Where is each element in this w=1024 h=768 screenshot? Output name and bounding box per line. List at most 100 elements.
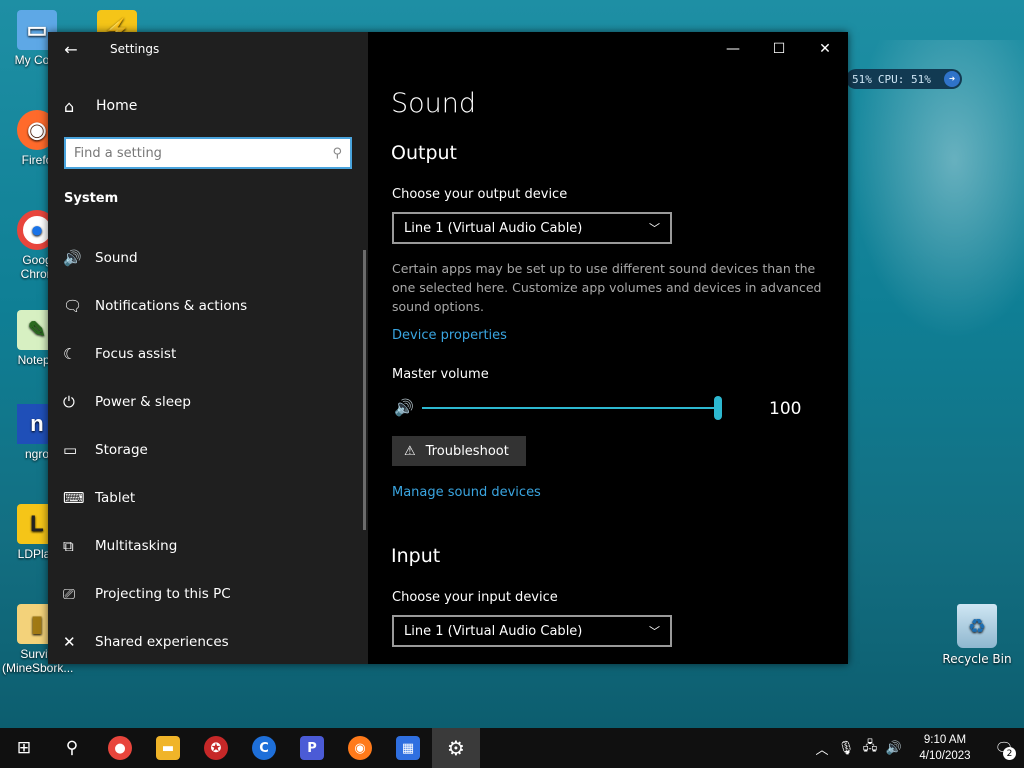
tablet-icon: ⌨ — [63, 489, 85, 507]
window-title: Settings — [110, 42, 160, 56]
notification-count: 2 — [1003, 747, 1016, 760]
nav-home-label: Home — [96, 98, 138, 114]
chevron-up-icon[interactable]: ︿ — [810, 739, 834, 758]
arrow-right-icon[interactable]: ➜ — [944, 71, 960, 87]
nav-item-label: Power & sleep — [95, 394, 191, 410]
nav-item-label: Multitasking — [95, 538, 178, 554]
output-device-value: Line 1 (Virtual Audio Cable) — [404, 220, 583, 236]
message-icon: 🗨 — [63, 297, 83, 315]
nav-item-shared-experiences[interactable]: ✕ Shared experiences — [48, 618, 368, 666]
minimize-icon: — — [726, 41, 740, 57]
nav-item-label: Projecting to this PC — [95, 586, 231, 602]
taskbar-app-calculator[interactable]: ▦ — [384, 728, 432, 768]
troubleshoot-button[interactable]: ⚠ Troubleshoot — [392, 436, 526, 466]
moon-icon: ☾ — [63, 345, 77, 363]
taskbar-app-ccleaner[interactable]: C — [240, 728, 288, 768]
volume-value: 100 — [769, 399, 802, 419]
settings-window: ← Settings ⌂ Home ⚲ System 🔊 Sound 🗨 Notif… — [48, 32, 848, 664]
cpu-usage: CPU: 51% — [877, 72, 931, 86]
taskbar-app-file-explorer[interactable]: ▬ — [144, 728, 192, 768]
window-controls: — ☐ ✕ — [710, 32, 848, 66]
taskbar-app-p[interactable]: P — [288, 728, 336, 768]
nav-item-sound[interactable]: 🔊 Sound — [48, 234, 368, 282]
volume-icon[interactable]: 🔊 — [882, 741, 906, 756]
title-bar: ← Settings — [48, 32, 368, 66]
taskbar-app-firefox[interactable]: ◉ — [336, 728, 384, 768]
folder-icon: ▬ — [156, 736, 180, 760]
multitasking-icon: ⧉ — [63, 537, 74, 555]
search-box[interactable]: ⚲ — [64, 137, 352, 169]
app-icon: ✪ — [204, 736, 228, 760]
taskbar-app-chrome[interactable]: ● — [96, 728, 144, 768]
nav-item-power-sleep[interactable]: ⏻ Power & sleep — [48, 378, 368, 426]
minimize-button[interactable]: — — [710, 32, 756, 66]
search-icon: ⚲ — [65, 738, 79, 758]
search-icon: ⚲ — [332, 145, 342, 161]
clock[interactable]: 9:10 AM 4/10/2023 — [906, 732, 984, 764]
projector-icon: ⎚ — [63, 585, 76, 603]
nav-item-multitasking[interactable]: ⧉ Multitasking — [48, 522, 368, 570]
notification-center-button[interactable]: 🗨 2 — [984, 728, 1024, 768]
warning-icon: ⚠ — [404, 443, 416, 459]
performance-widget[interactable]: 51% CPU: 51% ➜ — [846, 69, 962, 89]
maximize-button[interactable]: ☐ — [756, 32, 802, 66]
input-device-label: Choose your input device — [392, 590, 558, 605]
speaker-icon[interactable]: 🔊 — [394, 398, 414, 417]
settings-nav-pane: ← Settings ⌂ Home ⚲ System 🔊 Sound 🗨 Notif… — [48, 32, 368, 664]
search-button[interactable]: ⚲ — [48, 728, 96, 768]
nav-item-label: Focus assist — [95, 346, 177, 362]
master-volume-label: Master volume — [392, 367, 489, 382]
back-button[interactable]: ← — [48, 32, 94, 66]
taskbar-app-red[interactable]: ✪ — [192, 728, 240, 768]
device-properties-link[interactable]: Device properties — [392, 328, 507, 343]
taskbar-app-settings[interactable]: ⚙ — [432, 728, 480, 768]
clock-date: 4/10/2023 — [919, 750, 971, 762]
start-button[interactable]: ⊞ — [0, 728, 48, 768]
desktop-icon-label: Recycle Bin — [942, 652, 1012, 666]
page-title: Sound — [391, 88, 477, 119]
chevron-down-icon: ﹀ — [649, 625, 660, 638]
nav-item-tablet[interactable]: ⌨ Tablet — [48, 474, 368, 522]
nav-item-notifications[interactable]: 🗨 Notifications & actions — [48, 282, 368, 330]
search-input[interactable] — [74, 145, 333, 161]
firefox-icon: ◉ — [348, 736, 372, 760]
network-icon[interactable]: 🖧 — [858, 737, 882, 759]
nav-scrollbar[interactable] — [363, 250, 366, 530]
chevron-down-icon: ﹀ — [649, 222, 660, 235]
clock-time: 9:10 AM — [923, 734, 967, 746]
output-device-dropdown[interactable]: Line 1 (Virtual Audio Cable) ﹀ — [392, 212, 672, 244]
volume-row: 🔊 100 — [392, 396, 812, 420]
speaker-icon: 🔊 — [63, 249, 82, 267]
power-icon: ⏻ — [63, 393, 75, 411]
shared-icon: ✕ — [63, 633, 76, 651]
troubleshoot-label: Troubleshoot — [425, 443, 509, 459]
volume-slider-track[interactable] — [422, 407, 718, 409]
nav-item-label: Shared experiences — [95, 634, 229, 650]
nav-item-storage[interactable]: ▭ Storage — [48, 426, 368, 474]
microphone-icon[interactable]: 🎙 — [834, 741, 858, 756]
close-icon: ✕ — [819, 41, 831, 57]
nav-home[interactable]: ⌂ Home — [48, 86, 368, 126]
recycle-bin-icon: ♻ — [957, 604, 997, 648]
output-description: Certain apps may be set up to use differ… — [392, 261, 822, 314]
p-app-icon: P — [300, 736, 324, 760]
nav-item-label: Sound — [95, 250, 138, 266]
desktop-icon-recycle-bin[interactable]: ♻ Recycle Bin — [942, 604, 1012, 666]
input-device-value: Line 1 (Virtual Audio Cable) — [404, 623, 583, 639]
storage-icon: ▭ — [63, 441, 78, 459]
close-button[interactable]: ✕ — [802, 32, 848, 66]
ccleaner-icon: C — [252, 736, 276, 760]
output-device-label: Choose your output device — [392, 187, 568, 202]
volume-slider-thumb[interactable] — [714, 396, 722, 420]
manage-sound-devices-link[interactable]: Manage sound devices — [392, 485, 541, 500]
maximize-icon: ☐ — [772, 41, 786, 57]
nav-list: 🔊 Sound 🗨 Notifications & actions ☾ Focus a… — [48, 234, 368, 666]
nav-item-label: Notifications & actions — [95, 298, 248, 314]
output-heading: Output — [391, 142, 457, 164]
nav-item-projecting[interactable]: ⎚ Projecting to this PC — [48, 570, 368, 618]
windows-icon: ⊞ — [16, 738, 32, 758]
input-device-dropdown[interactable]: Line 1 (Virtual Audio Cable) ﹀ — [392, 615, 672, 647]
system-tray: ︿ 🎙 🖧 🔊 9:10 AM 4/10/2023 🗨 2 — [810, 728, 1024, 768]
input-heading: Input — [391, 545, 441, 567]
nav-item-focus-assist[interactable]: ☾ Focus assist — [48, 330, 368, 378]
